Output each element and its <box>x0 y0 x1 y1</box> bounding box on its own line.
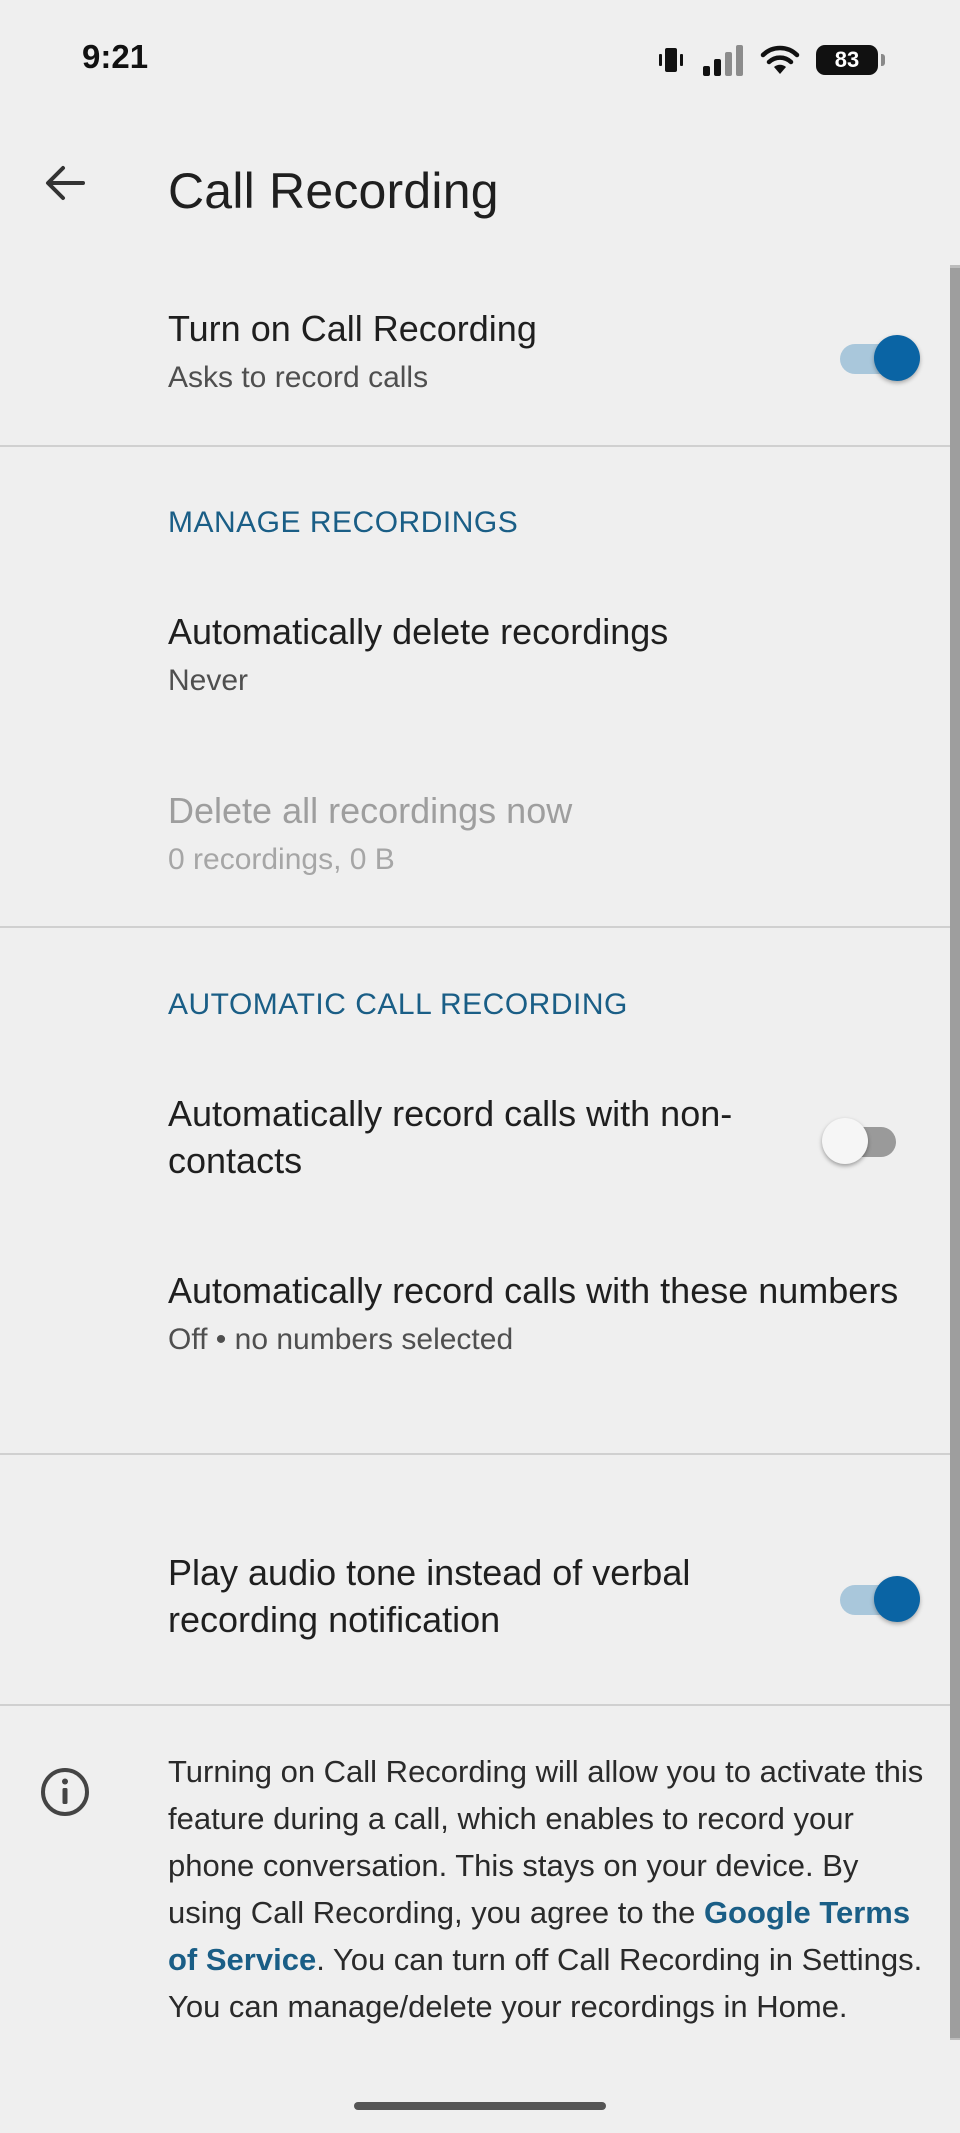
battery-level: 83 <box>834 47 860 72</box>
delete-all-recordings-row[interactable]: Delete all recordings now 0 recordings, … <box>168 787 920 880</box>
auto-delete-recordings-title: Automatically delete recordings <box>168 611 669 652</box>
home-indicator[interactable] <box>354 2102 606 2110</box>
auto-delete-recordings-row[interactable]: Automatically delete recordings Never <box>168 608 920 701</box>
audio-tone-row[interactable]: Play audio tone instead of verbal record… <box>168 1549 800 1643</box>
toggle-thumb <box>822 1118 868 1164</box>
delete-all-recordings-title: Delete all recordings now <box>168 790 573 831</box>
manage-recordings-header: MANAGE RECORDINGS <box>168 506 519 539</box>
status-time: 9:21 <box>82 38 149 75</box>
divider <box>0 1453 950 1455</box>
toggle-thumb <box>874 1576 920 1622</box>
turn-on-call-recording-title: Turn on Call Recording <box>168 308 537 349</box>
divider <box>0 445 950 447</box>
record-these-numbers-row[interactable]: Automatically record calls with these nu… <box>168 1267 920 1360</box>
audio-tone-toggle[interactable] <box>840 1572 920 1622</box>
arrow-back-icon <box>46 166 85 200</box>
toggle-thumb <box>874 335 920 381</box>
scrollbar-thumb[interactable] <box>950 268 960 2038</box>
info-icon <box>41 1768 89 1816</box>
status-bar: 9:21 83 <box>0 0 960 120</box>
page-title: Call Recording <box>168 163 499 219</box>
vibrate-icon <box>659 48 683 72</box>
delete-all-recordings-subtitle: 0 recordings, 0 B <box>168 843 395 876</box>
call-recording-screen: 9:21 83 Call Recording Turn on Call Reco… <box>0 0 960 2133</box>
auto-delete-recordings-value: Never <box>168 664 249 697</box>
record-these-numbers-subtitle: Off • no numbers selected <box>168 1323 514 1356</box>
divider <box>0 926 950 928</box>
signal-icon <box>703 45 743 76</box>
turn-on-call-recording-row[interactable]: Turn on Call Recording Asks to record ca… <box>168 305 920 398</box>
wifi-icon <box>760 45 800 74</box>
battery-icon: 83 <box>816 45 885 75</box>
status-icons: 83 <box>656 40 885 80</box>
record-non-contacts-row[interactable]: Automatically record calls with non-cont… <box>168 1090 800 1184</box>
info-text: Turning on Call Recording will allow you… <box>168 1748 928 2030</box>
call-recording-toggle[interactable] <box>840 331 920 381</box>
record-non-contacts-title: Automatically record calls with non-cont… <box>168 1093 733 1181</box>
turn-on-call-recording-subtitle: Asks to record calls <box>168 361 429 394</box>
back-button[interactable] <box>30 148 100 218</box>
divider <box>0 1704 950 1706</box>
automatic-call-recording-header: AUTOMATIC CALL RECORDING <box>168 988 628 1021</box>
record-these-numbers-title: Automatically record calls with these nu… <box>168 1270 899 1311</box>
audio-tone-title: Play audio tone instead of verbal record… <box>168 1552 691 1640</box>
record-non-contacts-toggle[interactable] <box>822 1114 902 1164</box>
app-bar: Call Recording <box>0 140 960 240</box>
